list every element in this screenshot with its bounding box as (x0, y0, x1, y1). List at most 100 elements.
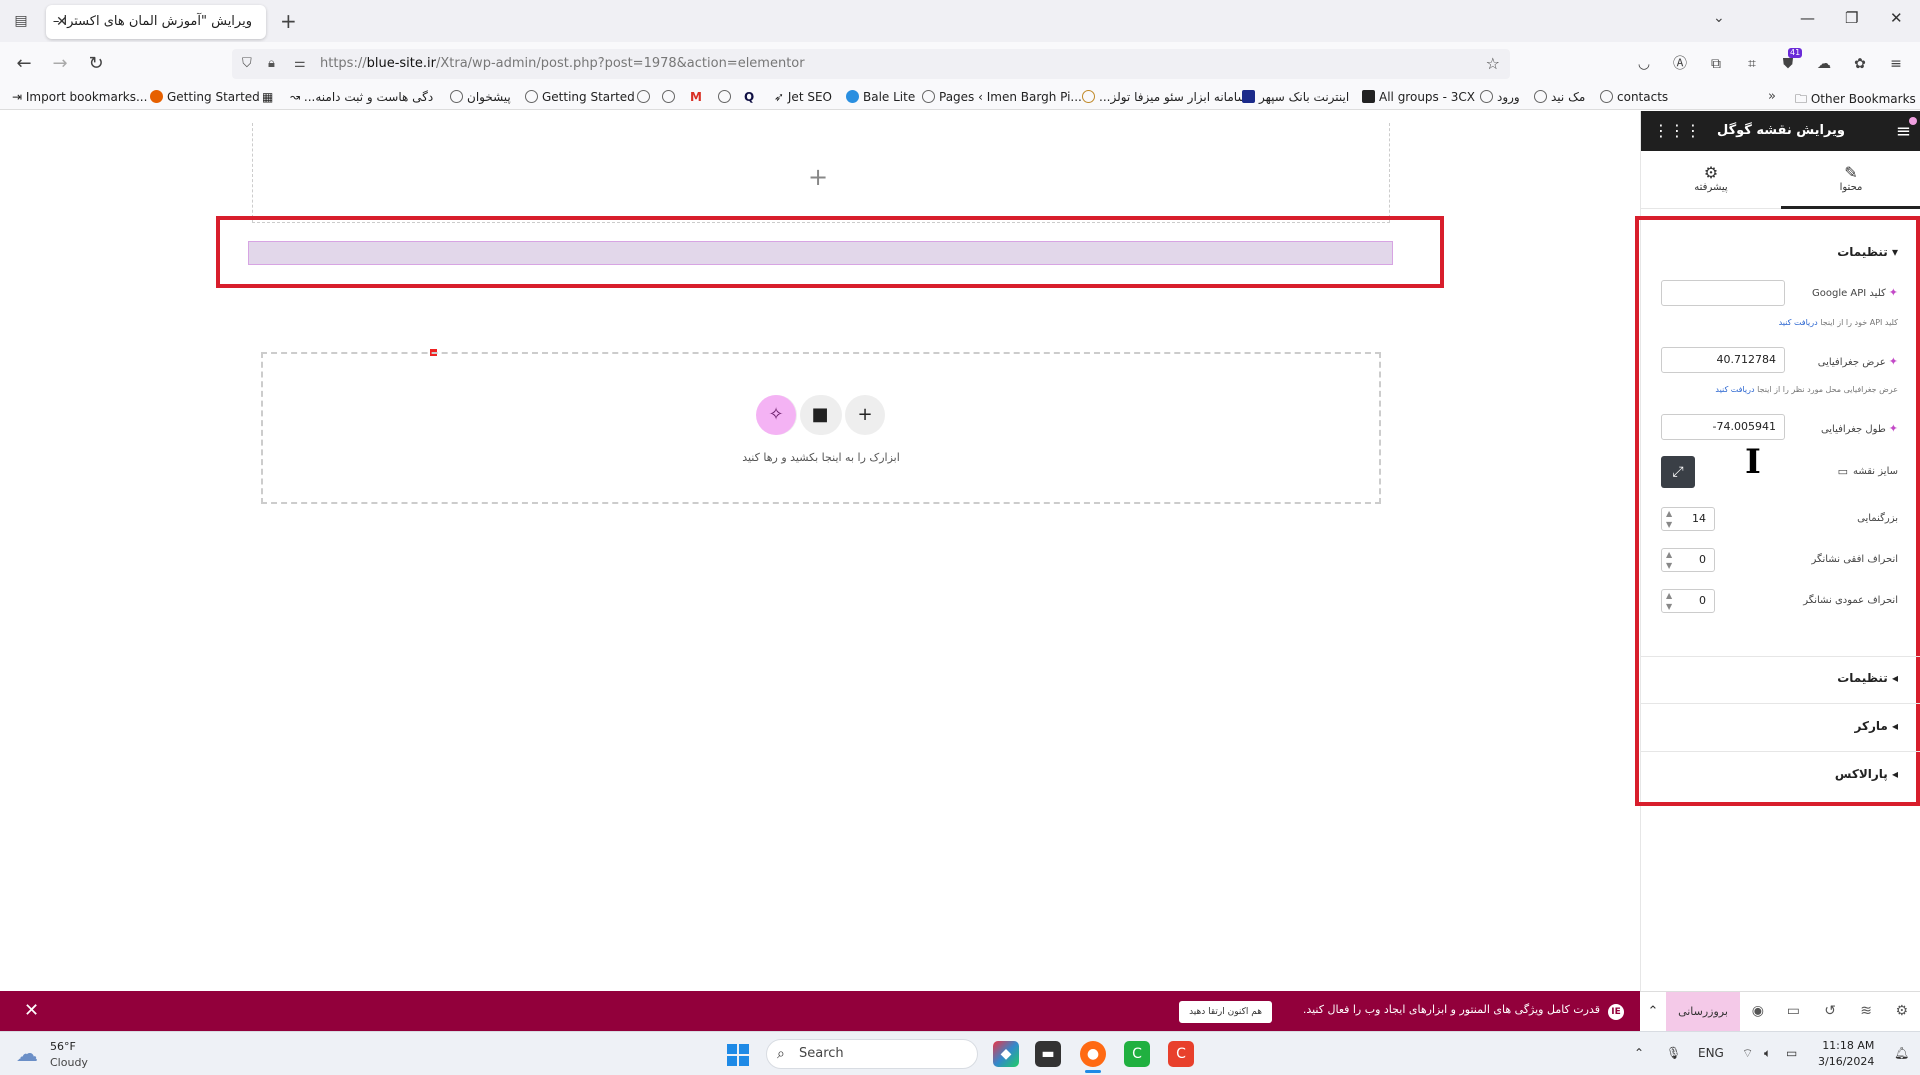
crop-icon[interactable]: ⌗ (1742, 54, 1762, 74)
tab-content[interactable]: ✎ محتوا (1781, 151, 1920, 209)
chevron-up-icon[interactable]: ⌃ (1640, 992, 1666, 1032)
responsive-icon[interactable]: ▭ (1787, 1003, 1800, 1019)
other-bookmarks[interactable]: 🗀︎ Other Bookmarks (1795, 90, 1916, 111)
api-key-input[interactable] (1661, 280, 1785, 306)
site-q-icon[interactable]: Q (744, 90, 754, 104)
bookmark-item[interactable]: ورود (1480, 90, 1520, 104)
microphone-icon[interactable]: 🎙︎ (1666, 1046, 1681, 1060)
desktop-icon[interactable]: ▭ (1838, 465, 1848, 478)
tab-advanced[interactable]: ⚙ پیشرفته (1641, 151, 1781, 209)
clock[interactable]: 11:18 AM 3/16/2024 (1818, 1038, 1874, 1070)
layers-icon[interactable]: ≋ (1860, 1003, 1872, 1019)
gmail-icon[interactable]: M (690, 90, 702, 104)
folder-icon[interactable]: ■ (800, 395, 840, 435)
bookmark-item[interactable]: Pages ‹ Imen Bargh Pi... (922, 90, 1082, 104)
battery-icon[interactable]: ▭ (1786, 1046, 1797, 1060)
bookmark-item[interactable]: Bale Lite (846, 90, 915, 104)
update-button[interactable]: بروزرسانی (1666, 992, 1740, 1032)
app-c-red-icon[interactable]: C (1168, 1041, 1194, 1067)
bookmark-item[interactable]: ➶ Jet SEO (774, 90, 832, 104)
chevron-down-icon[interactable]: ⌄ (1713, 10, 1725, 26)
bookmarks-bar: ⇥ Import bookmarks... Getting Started ▦ … (0, 86, 1920, 110)
settings-icon[interactable]: ⚙ (1895, 1003, 1908, 1019)
calendar-icon[interactable]: ▦ (262, 90, 273, 104)
globe-icon[interactable] (662, 90, 679, 104)
plus-icon[interactable]: + (808, 163, 828, 191)
globe-icon[interactable] (718, 90, 735, 104)
cloud-extension-icon[interactable]: ☁ (1814, 54, 1834, 74)
section-toggle-settings-2[interactable]: ◂ تنظیمات (1837, 671, 1898, 685)
firefox-icon[interactable]: ● (1080, 1041, 1106, 1067)
ai-sparkle-icon[interactable]: ✧ (756, 395, 796, 435)
editor-panel: ≡ ویرایش نقشه گوگل ⋮⋮⋮ ✎ محتوا ⚙ پیشرفته… (1635, 111, 1920, 991)
bookmark-item[interactable]: اینترنت بانک سپهر (1242, 90, 1349, 104)
drop-zone-text: ابزارک را به اینجا بکشید و رها کنید (742, 451, 900, 464)
upgrade-button[interactable]: هم اکنون ارتقا دهید (1179, 1001, 1272, 1023)
reload-icon[interactable]: ↻ (84, 52, 108, 76)
bookmark-item[interactable]: contacts (1600, 90, 1668, 104)
bookmarks-overflow-icon[interactable]: » (1768, 89, 1776, 104)
section-toggle-parallax[interactable]: ◂ پارالاکس (1835, 767, 1898, 781)
new-tab-icon[interactable]: + (280, 9, 297, 33)
pocket-icon[interactable]: ◡ (1634, 54, 1654, 74)
offset-y-stepper[interactable]: ▲ ▼ 0 (1661, 589, 1715, 613)
add-widget-icon[interactable]: + (845, 395, 885, 435)
permissions-icon[interactable]: ⚌ (294, 56, 306, 71)
shield-icon[interactable]: ⛉ (242, 56, 252, 71)
bookmark-item[interactable]: All groups - 3CX (1362, 90, 1475, 104)
back-icon[interactable]: ← (12, 52, 36, 76)
globe-icon[interactable] (637, 90, 654, 104)
bookmark-star-icon[interactable]: ☆ (1486, 54, 1500, 73)
extensions-icon[interactable]: ⧉ (1706, 54, 1726, 74)
bookmark-item[interactable]: مک نید (1534, 90, 1585, 104)
url-text[interactable]: https://blue-site.ir/Xtra/wp-admin/post.… (320, 56, 805, 71)
offset-x-stepper[interactable]: ▲ ▼ 0 (1661, 548, 1715, 572)
wifi-icon[interactable]: ⌔ (1742, 1046, 1753, 1061)
menu-icon[interactable]: ≡ (1886, 54, 1906, 74)
app-c-green-icon[interactable]: C (1124, 1041, 1150, 1067)
bookmark-item[interactable]: Getting Started (150, 90, 260, 104)
bookmark-item[interactable]: ...سامانه ابزار سئو میزفا تولز (1082, 90, 1247, 104)
latitude-input[interactable]: 40.712784 (1661, 347, 1785, 373)
elementor-bottom-bar: ⚙ ≋ ↺ ▭ ◉ بروزرسانی ⌃ IE قدرت کامل ویژگی… (0, 991, 1920, 1032)
section-toggle-settings[interactable]: ▾ تنظیمات (1837, 245, 1898, 259)
minimize-icon[interactable]: — (1800, 9, 1815, 27)
close-tab-icon[interactable]: ✕ (56, 5, 68, 39)
puzzle-icon[interactable]: ✿ (1850, 54, 1870, 74)
latitude-link[interactable]: دریافت کنید (1715, 385, 1754, 394)
widgets-grid-icon[interactable]: ⋮⋮⋮ (1653, 121, 1701, 140)
volume-icon[interactable]: 🔈︎ (1764, 1046, 1771, 1061)
notification-bell-icon[interactable]: 🔔︎ (1894, 1046, 1909, 1060)
url-bar[interactable]: ⛉ 🔒︎ ⚌ https://blue-site.ir/Xtra/wp-admi… (232, 49, 1510, 79)
bookmark-item[interactable]: Getting Started (525, 90, 635, 104)
longitude-input[interactable]: -74.005941 (1661, 414, 1785, 440)
history-icon[interactable]: ↺ (1824, 1003, 1836, 1019)
windows-start-icon[interactable] (727, 1044, 749, 1066)
taskbar-search[interactable]: ⌕ Search (766, 1039, 978, 1069)
bookmark-item[interactable]: ↝ ...دگی هاست و ثبت دامنه (290, 90, 433, 104)
restore-icon[interactable]: ❐ (1845, 9, 1858, 27)
api-key-link[interactable]: دریافت کنید (1779, 318, 1818, 327)
map-size-control[interactable]: ⤢ (1661, 456, 1695, 488)
bookmark-item[interactable]: پیشخوان (450, 90, 511, 104)
account-icon[interactable]: Ⓐ (1670, 54, 1690, 74)
offset-x-label: انحراف افقی نشانگر (1811, 554, 1898, 565)
forward-icon[interactable]: → (48, 52, 72, 76)
language-indicator[interactable]: ENG (1698, 1046, 1724, 1060)
add-section-area[interactable]: + (252, 123, 1390, 223)
preview-eye-icon[interactable]: ◉ (1752, 1003, 1764, 1019)
browser-tab[interactable]: ویرایش "آموزش المان های اکسترا – ... ✕ (46, 5, 266, 63)
google-map-widget[interactable] (248, 241, 1393, 265)
chevron-up-icon[interactable]: ⌃ (1634, 1046, 1644, 1060)
section-toggle-marker[interactable]: ◂ مارکر (1855, 719, 1899, 733)
file-explorer-icon[interactable]: ▬ (1035, 1041, 1061, 1067)
close-icon[interactable]: ✕ (24, 1000, 39, 1021)
zoom-stepper[interactable]: ▲ ▼ 14 (1661, 507, 1715, 531)
close-window-icon[interactable]: ✕ (1890, 9, 1903, 27)
offset-x-value: 0 (1699, 553, 1706, 566)
bookmark-item[interactable]: ⇥ Import bookmarks... (12, 90, 147, 104)
lock-icon[interactable]: 🔒︎ (268, 56, 275, 71)
tab-list-icon[interactable]: ▤ (10, 10, 32, 32)
copilot-icon[interactable]: ◆ (993, 1041, 1019, 1067)
extension-shield-icon[interactable]: ⛊ 41 (1778, 48, 1803, 74)
